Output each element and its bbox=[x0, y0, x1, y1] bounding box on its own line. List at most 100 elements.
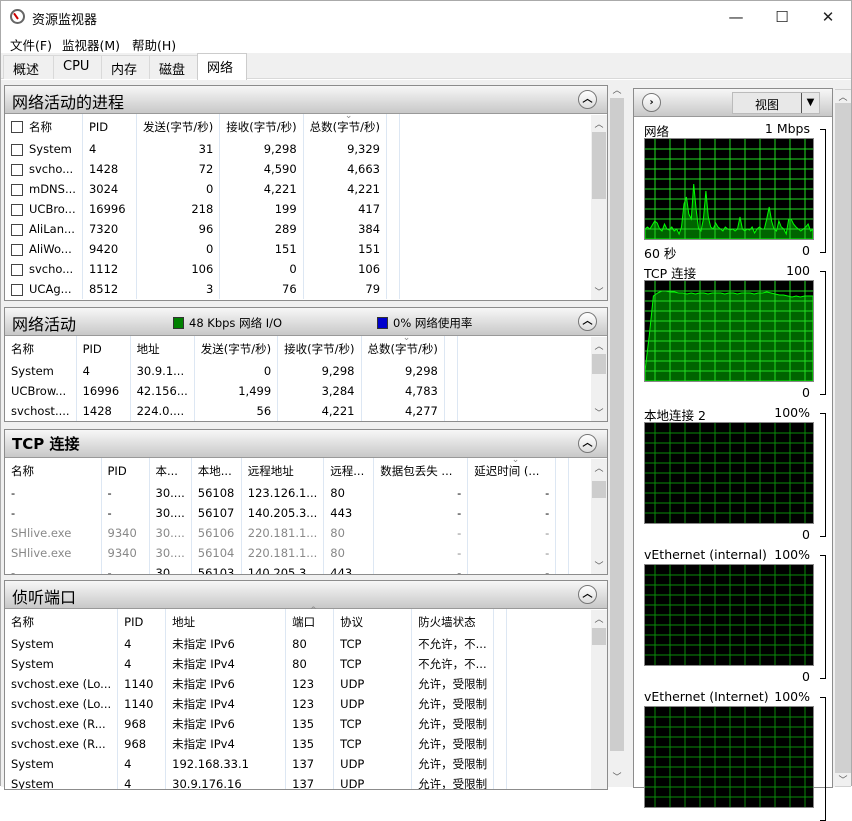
column-header[interactable]: 远程... bbox=[323, 458, 375, 483]
table-row[interactable]: svcho... 1112 106 0 106 bbox=[5, 259, 401, 279]
column-header[interactable]: 名称 bbox=[5, 609, 119, 634]
column-header[interactable]: 地址 bbox=[130, 336, 195, 361]
menu-file[interactable]: 文件(F) bbox=[10, 35, 52, 54]
table-row[interactable]: System 4 未指定 IPv6 80 TCP 不允许，不... bbox=[5, 634, 508, 654]
scroll-down-icon[interactable]: ﹀ bbox=[591, 285, 607, 298]
column-header[interactable]: 发送(字节/秒) bbox=[194, 336, 279, 361]
tab-disk[interactable]: 磁盘 bbox=[149, 55, 198, 79]
column-header[interactable]: 接收(字节/秒) bbox=[219, 114, 304, 139]
column-header[interactable]: 接收(字节/秒) bbox=[277, 336, 362, 361]
table-row[interactable]: svchost.exe (R... 968 未指定 IPv4 135 TCP 允许，受限制 bbox=[5, 734, 508, 754]
scroll-up-icon[interactable]: ︿ bbox=[591, 612, 607, 625]
column-header[interactable]: 名称 bbox=[5, 336, 77, 361]
table-row[interactable]: svcho... 1428 72 4,590 4,663 bbox=[5, 159, 401, 179]
scroll-thumb[interactable] bbox=[610, 98, 624, 751]
dropdown-arrow-icon[interactable]: ▼ bbox=[801, 93, 819, 113]
collapse-icon[interactable]: ︿ bbox=[578, 90, 597, 109]
table-row[interactable]: System 4 30.9.176.16 137 UDP 允许，受限制 bbox=[5, 774, 508, 789]
menu-help[interactable]: 帮助(H) bbox=[132, 35, 176, 54]
scroll-down-icon[interactable]: ﹀ bbox=[591, 406, 607, 419]
row-checkbox[interactable] bbox=[11, 143, 23, 156]
column-header[interactable]: 数据包丢失 ... bbox=[373, 458, 469, 483]
table-row[interactable]: UCBro... 16996 218 199 417 bbox=[5, 199, 401, 219]
minimize-button[interactable]: — bbox=[713, 1, 759, 33]
select-all-checkbox[interactable] bbox=[11, 121, 23, 133]
tcp-scrollbar[interactable]: ︿ ﹀ bbox=[591, 459, 607, 574]
row-checkbox[interactable] bbox=[11, 183, 23, 196]
column-header[interactable]: PID bbox=[101, 458, 150, 483]
tcp-header[interactable]: TCP 连接 ︿ bbox=[5, 430, 607, 458]
main-scrollbar[interactable]: ︿ ﹀ bbox=[609, 81, 625, 785]
scroll-up-icon[interactable]: ︿ bbox=[609, 83, 625, 96]
scroll-up-icon[interactable]: ︿ bbox=[591, 339, 607, 352]
column-header[interactable]: 本... bbox=[149, 458, 192, 483]
column-header[interactable]: PID bbox=[82, 114, 137, 139]
table-row[interactable]: AliWo... 9420 0 151 151 bbox=[5, 239, 401, 259]
scroll-down-icon[interactable]: ﹀ bbox=[591, 559, 607, 572]
table-row[interactable]: System 4 192.168.33.1 137 UDP 允许，受限制 bbox=[5, 754, 508, 774]
table-row[interactable]: - -30.... 56108 123.126.1... 80- - bbox=[5, 483, 570, 503]
listening-ports-header[interactable]: 侦听端口 ︿ bbox=[5, 581, 607, 609]
collapse-icon[interactable]: ︿ bbox=[578, 434, 597, 453]
table-row[interactable]: UCBrow... 16996 42.156... 1,499 3,284 4,783 bbox=[5, 381, 458, 401]
column-header[interactable]: 本地... bbox=[191, 458, 242, 483]
column-header[interactable]: 延迟时间 (... ⌄ bbox=[467, 455, 557, 483]
listen-scrollbar[interactable]: ︿ bbox=[591, 610, 607, 789]
scroll-down-icon[interactable]: ﹀ bbox=[609, 770, 625, 783]
tab-overview[interactable]: 概述 bbox=[3, 55, 54, 79]
row-checkbox[interactable] bbox=[11, 163, 23, 176]
scroll-down-icon[interactable]: ﹀ bbox=[835, 773, 851, 786]
tab-network[interactable]: 网络 bbox=[197, 53, 247, 80]
processes-scrollbar[interactable]: ︿ ﹀ bbox=[591, 115, 607, 300]
graphs-scrollbar[interactable]: ︿ ﹀ bbox=[835, 89, 851, 787]
column-header[interactable]: 协议 bbox=[333, 609, 413, 634]
table-row[interactable]: svchost.exe (Lo... 1140 未指定 IPv4 123 UDP 允许，受… bbox=[5, 694, 508, 714]
table-row[interactable]: System 4 30.9.1... 0 9,298 9,298 bbox=[5, 361, 458, 381]
scroll-up-icon[interactable]: ︿ bbox=[591, 461, 607, 474]
row-checkbox[interactable] bbox=[11, 283, 23, 296]
column-header[interactable]: 地址 bbox=[165, 609, 287, 634]
column-header[interactable]: 总数(字节/秒) ⌄ bbox=[361, 333, 445, 361]
row-checkbox[interactable] bbox=[11, 243, 23, 256]
table-row[interactable]: svchost.exe (Lo... 1140 未指定 IPv6 123 UDP 允许，受… bbox=[5, 674, 508, 694]
scroll-up-icon[interactable]: ︿ bbox=[591, 117, 607, 130]
expand-right-icon[interactable]: › bbox=[642, 93, 661, 112]
menu-monitor[interactable]: 监视器(M) bbox=[62, 35, 120, 54]
table-row[interactable]: SHlive.exe 9340 30.... 56104 220.181.1... 80-… bbox=[5, 543, 570, 563]
processes-header[interactable]: 网络活动的进程 ︿ bbox=[5, 86, 607, 114]
table-row[interactable]: System 4 未指定 IPv4 80 TCP 不允许，不... bbox=[5, 654, 508, 674]
column-header[interactable]: PID bbox=[117, 609, 167, 634]
column-header[interactable]: 总数(字节/秒) ⌄ bbox=[303, 111, 388, 139]
column-header[interactable]: 名称 bbox=[5, 458, 102, 483]
scroll-thumb[interactable] bbox=[592, 354, 606, 374]
tab-cpu[interactable]: CPU bbox=[53, 55, 102, 79]
table-row[interactable]: - -30.... 56103 140.205.3... 443- - bbox=[5, 563, 570, 574]
table-row[interactable]: - -30.... 56107 140.205.3... 443- - bbox=[5, 503, 570, 523]
collapse-icon[interactable]: ︿ bbox=[578, 585, 597, 604]
scroll-thumb[interactable] bbox=[592, 132, 606, 199]
row-checkbox[interactable] bbox=[11, 263, 23, 276]
row-checkbox[interactable] bbox=[11, 203, 23, 216]
activity-scrollbar[interactable]: ︿ ﹀ bbox=[591, 337, 607, 421]
scroll-thumb[interactable] bbox=[592, 628, 606, 645]
row-checkbox[interactable] bbox=[11, 223, 23, 236]
table-row[interactable]: AliLan... 7320 96 289 384 bbox=[5, 219, 401, 239]
table-row[interactable]: UCAg... 8512 3 76 79 bbox=[5, 279, 401, 299]
column-header[interactable]: 端口 ^ bbox=[285, 606, 335, 634]
table-row[interactable]: System 4 31 9,298 9,329 bbox=[5, 139, 401, 159]
column-header[interactable]: 发送(字节/秒) bbox=[136, 114, 221, 139]
table-row[interactable]: mDNS... 3024 0 4,221 4,221 bbox=[5, 179, 401, 199]
scroll-thumb[interactable] bbox=[592, 481, 606, 498]
collapse-icon[interactable]: ︿ bbox=[578, 312, 597, 331]
table-row[interactable]: SHlive.exe 9340 30.... 56106 220.181.1... 80-… bbox=[5, 523, 570, 543]
close-button[interactable]: ✕ bbox=[805, 1, 851, 33]
table-row[interactable]: svchost.exe (R... 968 未指定 IPv6 135 TCP 允许，受限制 bbox=[5, 714, 508, 734]
table-row[interactable]: svchost.... 1428 224.0.... 56 4,221 4,277 bbox=[5, 401, 458, 421]
column-header[interactable]: 名称 bbox=[5, 114, 83, 139]
scroll-up-icon[interactable]: ︿ bbox=[835, 90, 851, 103]
view-button[interactable]: 视图 ▼ bbox=[732, 92, 820, 114]
network-activity-header[interactable]: 网络活动 48 Kbps 网络 I/O 0% 网络使用率 ︿ bbox=[5, 308, 607, 336]
column-header[interactable]: 防火墙状态 bbox=[411, 609, 495, 634]
column-header[interactable]: PID bbox=[76, 336, 131, 361]
maximize-button[interactable]: ☐ bbox=[759, 1, 805, 33]
